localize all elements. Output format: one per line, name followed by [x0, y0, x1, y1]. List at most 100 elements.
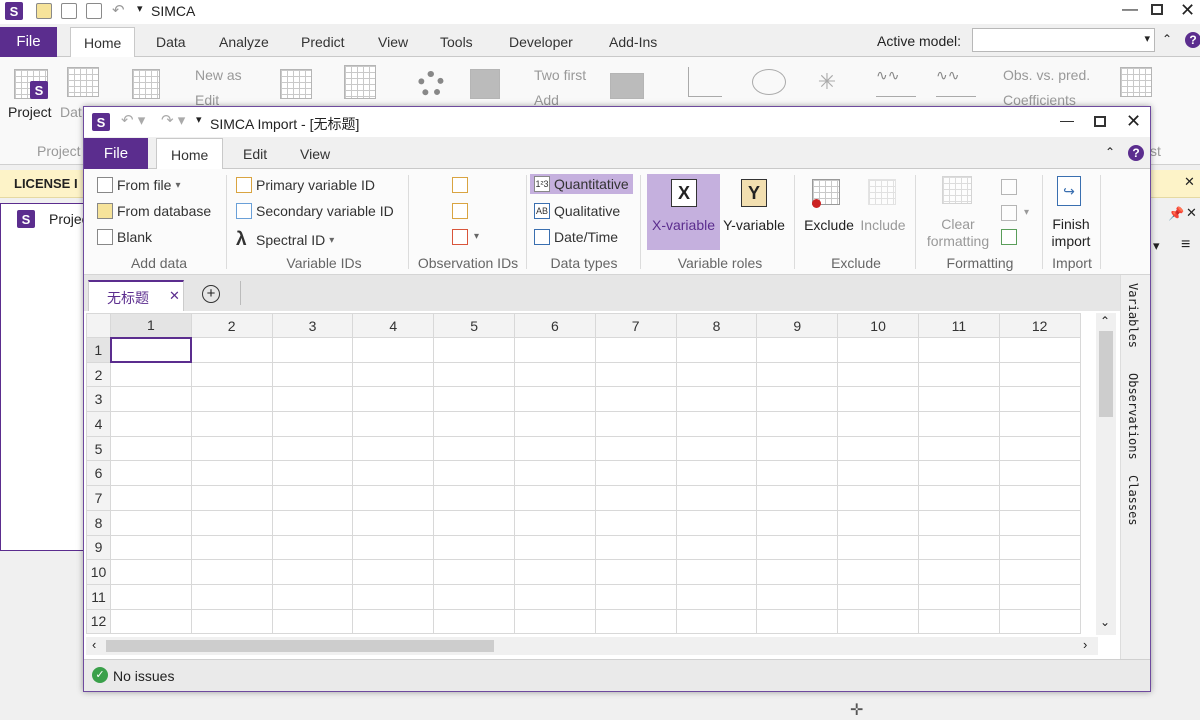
copy-icon[interactable] [86, 3, 102, 19]
x-variable-button[interactable]: X X-variable [647, 174, 720, 250]
grid-cell[interactable] [190, 386, 273, 413]
grid-cell[interactable] [594, 509, 677, 536]
column-header[interactable]: 1 [110, 313, 192, 339]
grid-cell[interactable] [594, 386, 677, 413]
grid-cell[interactable] [594, 583, 677, 610]
grid-cell[interactable] [917, 559, 1000, 585]
license-close-icon[interactable]: ✕ [1184, 174, 1195, 190]
grid-cell[interactable] [110, 386, 192, 413]
grid-cell[interactable] [433, 509, 515, 536]
grid-cell[interactable] [917, 411, 1000, 437]
grid-cell[interactable] [675, 485, 758, 511]
grid-cell[interactable] [352, 559, 435, 585]
score-plot-icon[interactable] [752, 69, 786, 95]
grid-cell[interactable] [756, 583, 839, 610]
add-sheet-icon[interactable]: + [202, 285, 220, 303]
grid-cell[interactable] [513, 485, 596, 511]
grid-cell[interactable] [352, 485, 435, 511]
grid-cell[interactable] [190, 583, 273, 610]
grid-cell[interactable] [998, 534, 1081, 561]
grid-cell[interactable] [594, 460, 677, 487]
dialog-undo-icon[interactable]: ↶ ▾ [121, 111, 145, 129]
minimize-icon[interactable]: — [1122, 1, 1138, 19]
grid-cell[interactable] [998, 608, 1081, 635]
grid-cell[interactable] [675, 608, 758, 635]
grid-cell[interactable] [998, 559, 1081, 585]
grid-cell[interactable] [352, 583, 435, 610]
secondary-variable-id-button[interactable]: Secondary variable ID [236, 203, 394, 219]
grid-cell[interactable] [190, 509, 273, 536]
grid-cell[interactable] [433, 386, 515, 413]
grid-cell[interactable] [271, 435, 354, 462]
grid-cell[interactable] [433, 534, 515, 561]
grid-cell[interactable] [513, 509, 596, 536]
grid-cell[interactable] [190, 411, 273, 437]
grid-cell[interactable] [190, 534, 273, 561]
tab-add-ins[interactable]: Add-Ins [597, 27, 669, 57]
grid-cell[interactable] [917, 509, 1000, 536]
grid-cell[interactable] [110, 608, 192, 635]
dialog-close-icon[interactable]: ✕ [1126, 111, 1141, 132]
grid-cell[interactable] [756, 608, 839, 635]
grid-cell[interactable] [756, 361, 839, 388]
clear-formatting-button[interactable]: Clear formatting [922, 174, 994, 250]
grid-cell[interactable] [594, 435, 677, 462]
help-icon[interactable]: ? [1185, 32, 1200, 48]
grid-cell[interactable] [271, 583, 354, 610]
include-button[interactable]: Include [858, 174, 908, 250]
autofit-icon[interactable] [280, 69, 312, 99]
dialog-minimize-icon[interactable]: — [1060, 112, 1074, 128]
grid-cell[interactable] [675, 337, 758, 363]
row-header[interactable]: 7 [86, 485, 111, 511]
grid-cell[interactable] [998, 435, 1081, 462]
grid-cell[interactable] [110, 534, 192, 561]
grid-cell[interactable] [433, 583, 515, 610]
panel-dropdown-icon[interactable]: ▾ [1153, 238, 1160, 254]
grid-cell[interactable] [998, 509, 1081, 536]
grid-cell[interactable] [190, 485, 273, 511]
grid-cell[interactable] [110, 509, 192, 536]
grid-cell[interactable] [837, 534, 919, 561]
row-header[interactable]: 10 [86, 559, 111, 585]
from-database-button[interactable]: From database [97, 203, 211, 219]
exclude-button[interactable]: Exclude [802, 174, 856, 250]
dialog-quick-dropdown-icon[interactable]: ▾ [196, 113, 202, 126]
column-header[interactable]: 8 [675, 313, 758, 338]
grid-cell[interactable] [675, 559, 758, 585]
data-button-label[interactable]: Dat [60, 104, 82, 120]
grid-cell[interactable] [110, 485, 192, 511]
grid-cell[interactable] [433, 435, 515, 462]
row-header[interactable]: 6 [86, 460, 111, 487]
grid-cell[interactable] [190, 460, 273, 487]
column-header[interactable]: 4 [352, 313, 435, 338]
format-dropdown-icon[interactable]: ▾ [1024, 207, 1029, 218]
grid-cell[interactable] [513, 435, 596, 462]
close-icon[interactable]: ✕ [1180, 0, 1195, 21]
row-header[interactable]: 4 [86, 411, 111, 437]
grid-cell[interactable] [352, 435, 435, 462]
grid-cell[interactable] [433, 608, 515, 635]
grid-cell[interactable] [110, 583, 192, 610]
grid-cell[interactable] [433, 337, 515, 363]
grid-cell[interactable] [837, 361, 919, 388]
cluster-icon[interactable] [418, 71, 444, 97]
new-project-icon[interactable] [36, 3, 52, 19]
grid-cell[interactable] [756, 460, 839, 487]
grid-cell[interactable] [756, 485, 839, 511]
grid-cell[interactable] [917, 534, 1000, 561]
grid-cell[interactable] [675, 509, 758, 536]
save-icon[interactable] [61, 3, 77, 19]
grid-cell[interactable] [433, 361, 515, 388]
grid-cell[interactable] [837, 460, 919, 487]
scroll-down-icon[interactable]: ⌄ [1100, 615, 1110, 629]
grid-cell[interactable] [594, 337, 677, 363]
list-icon[interactable] [1120, 67, 1152, 97]
grid-cell[interactable] [917, 608, 1000, 635]
grid-cell[interactable] [837, 559, 919, 585]
grid-cell[interactable] [433, 460, 515, 487]
grid-cell[interactable] [675, 534, 758, 561]
grid-cell[interactable] [271, 509, 354, 536]
finish-import-button[interactable]: ↪ Finish import [1046, 174, 1096, 250]
vertical-scrollbar[interactable]: ⌃ ⌄ [1096, 313, 1116, 635]
grid-cell[interactable] [352, 460, 435, 487]
